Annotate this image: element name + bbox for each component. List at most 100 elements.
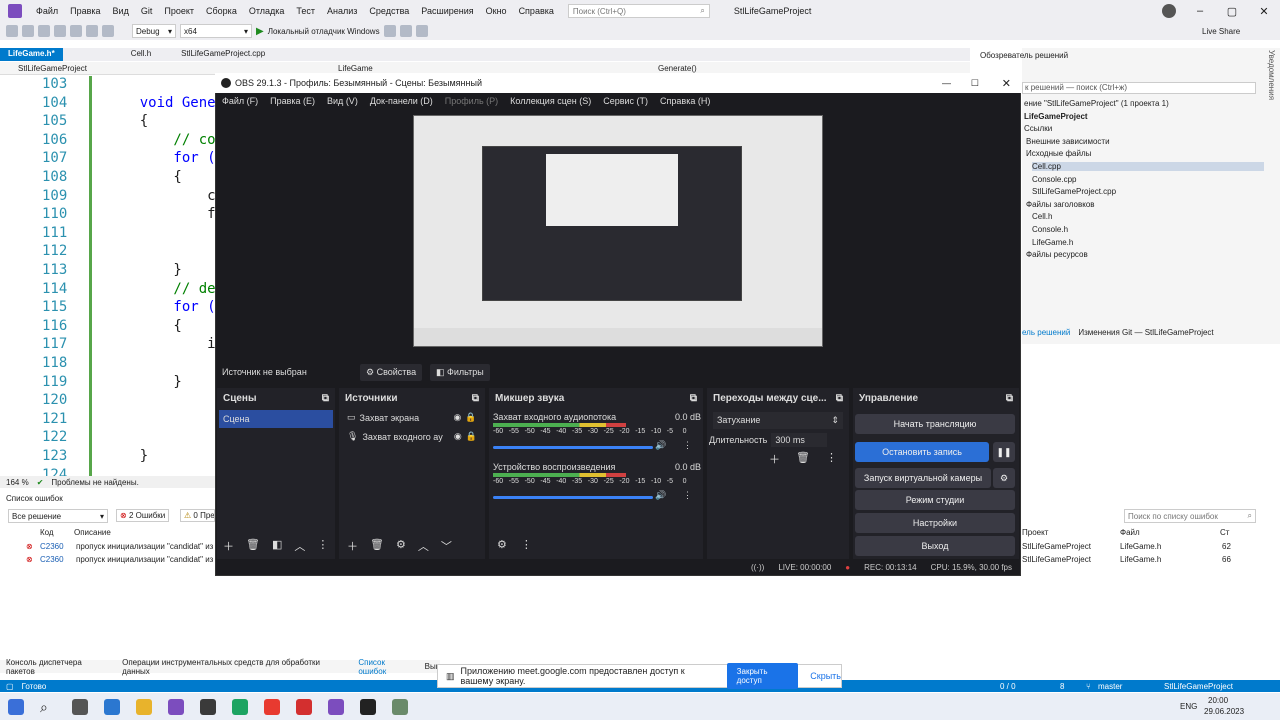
menu-item[interactable]: Правка bbox=[64, 6, 106, 16]
store-icon[interactable] bbox=[104, 698, 120, 715]
more-icon[interactable]: ⋮ bbox=[826, 451, 837, 467]
close-button[interactable]: ✕ bbox=[1248, 0, 1280, 22]
menu-item[interactable]: Окно bbox=[480, 6, 513, 16]
run-icon[interactable]: ▶ bbox=[256, 26, 264, 37]
gear-icon[interactable]: ⚙ bbox=[396, 538, 406, 554]
error-list-header[interactable]: Ст bbox=[1220, 528, 1229, 537]
eye-icon[interactable]: ◉ bbox=[454, 412, 462, 423]
bottom-tab[interactable]: Консоль диспетчера пакетов bbox=[6, 658, 112, 676]
eye-icon[interactable]: ◉ bbox=[454, 431, 462, 442]
code-line[interactable]: for ( bbox=[106, 299, 215, 315]
menu-item[interactable]: Тест bbox=[290, 6, 321, 16]
debug-options-icon[interactable] bbox=[383, 25, 396, 37]
virtual-camera-settings-icon[interactable]: ⚙ bbox=[993, 468, 1015, 488]
stop-sharing-button[interactable]: Закрыть доступ bbox=[726, 663, 799, 689]
obs-menu-item[interactable]: Сервис (T) bbox=[597, 96, 654, 106]
errors-filter-toggle[interactable]: ⊗ 2 Ошибки bbox=[116, 509, 170, 522]
solution-tree-item[interactable]: ение "StlLifeGameProject" (1 проекта 1) bbox=[1024, 99, 1169, 108]
search-icon[interactable]: ⌕ bbox=[40, 699, 56, 715]
status-branch[interactable]: master bbox=[1098, 682, 1122, 691]
error-list-header[interactable]: Файл bbox=[1120, 528, 1140, 537]
source-item[interactable]: 🎙 Захват входного ау ◉ 🔒 bbox=[339, 427, 485, 446]
chevron-down-icon[interactable]: ﹀ bbox=[441, 538, 452, 554]
code-line[interactable]: } bbox=[106, 262, 181, 278]
new-file-icon[interactable] bbox=[38, 25, 50, 37]
redo-icon[interactable] bbox=[102, 25, 114, 37]
forward-icon[interactable] bbox=[22, 25, 34, 37]
volume-slider[interactable] bbox=[493, 496, 653, 499]
duration-input[interactable]: 300 ms bbox=[771, 433, 828, 447]
back-icon[interactable] bbox=[6, 25, 18, 37]
obs-menu-item[interactable]: Вид (V) bbox=[321, 96, 364, 106]
add-icon[interactable]: ＋ bbox=[223, 538, 234, 554]
run-debugger-button[interactable]: Локальный отладчик Windows bbox=[268, 27, 380, 36]
more-icon[interactable]: ⋮ bbox=[683, 490, 692, 501]
visual-studio-icon[interactable] bbox=[168, 698, 184, 715]
code-line[interactable]: void Gene bbox=[106, 95, 216, 111]
add-icon[interactable]: ＋ bbox=[769, 451, 780, 467]
file-explorer-icon[interactable] bbox=[136, 698, 152, 715]
volume-slider[interactable] bbox=[493, 446, 653, 449]
zoom-level[interactable]: 164 % bbox=[6, 478, 29, 487]
notifications-side-tab[interactable]: Уведомления bbox=[1262, 50, 1276, 150]
settings-button[interactable]: Настройки bbox=[855, 513, 1015, 533]
code-line[interactable]: for ( bbox=[106, 150, 215, 166]
maximize-button[interactable]: ▢ bbox=[1216, 0, 1248, 22]
code-line[interactable]: // co bbox=[106, 132, 215, 148]
tab-cell-h[interactable]: Cell.h bbox=[123, 48, 159, 61]
status-lines[interactable]: 0 / 0 bbox=[1000, 682, 1016, 691]
lock-icon[interactable]: 🔒 bbox=[465, 412, 476, 423]
obs-menu-item[interactable]: Профиль (P) bbox=[439, 96, 504, 106]
dock-popout-icon[interactable]: ⧉ bbox=[836, 393, 843, 404]
filters-button[interactable]: ◧ Фильтры bbox=[430, 363, 490, 381]
error-list-header[interactable]: Код bbox=[40, 528, 54, 537]
minimize-button[interactable]: – bbox=[1184, 0, 1216, 22]
code-line[interactable]: c bbox=[106, 188, 215, 204]
save-icon[interactable] bbox=[70, 25, 82, 37]
breakpoint-icon[interactable] bbox=[399, 25, 412, 37]
bottom-tab[interactable]: Операции инструментальных средств для об… bbox=[122, 658, 348, 676]
github-icon[interactable] bbox=[200, 698, 216, 715]
code-line[interactable]: { bbox=[106, 318, 181, 334]
obs-menu-item[interactable]: Файл (F) bbox=[216, 96, 264, 106]
nav-scope[interactable]: StlLifeGameProject bbox=[18, 64, 87, 73]
avatar[interactable] bbox=[1162, 4, 1176, 18]
code-line[interactable]: f bbox=[106, 206, 215, 222]
dock-popout-icon[interactable]: ⧉ bbox=[1006, 393, 1013, 404]
chevron-up-icon[interactable]: ︿ bbox=[294, 538, 305, 554]
config-select[interactable]: Debug ▾ bbox=[132, 24, 176, 38]
menu-item[interactable]: Расширения bbox=[415, 6, 479, 16]
bookmark-icon[interactable] bbox=[415, 25, 428, 37]
start-stream-button[interactable]: Начать трансляцию bbox=[855, 414, 1015, 434]
obs-menu-item[interactable]: Правка (E) bbox=[264, 96, 321, 106]
code-line[interactable]: { bbox=[106, 169, 181, 185]
yandex-icon[interactable] bbox=[264, 698, 280, 715]
tab-git-changes[interactable]: Изменения Git — StlLifeGameProject bbox=[1078, 328, 1213, 337]
exit-button[interactable]: Выход bbox=[855, 536, 1015, 556]
scene-item[interactable]: Сцена bbox=[219, 410, 333, 428]
trash-icon[interactable]: 🗑 bbox=[796, 451, 810, 467]
obs-close-button[interactable]: ✕ bbox=[1002, 77, 1011, 90]
source-item[interactable]: ▭ Захват экрана ◉ 🔒 bbox=[339, 408, 485, 427]
trash-icon[interactable]: 🗑 bbox=[246, 538, 260, 554]
yandex-browser-icon[interactable] bbox=[296, 698, 312, 715]
menu-item[interactable]: Проект bbox=[158, 6, 200, 16]
solution-tree-item[interactable]: Исходные файлы bbox=[1026, 149, 1091, 158]
more-icon[interactable]: ⋮ bbox=[683, 440, 692, 451]
menu-item[interactable]: Отладка bbox=[243, 6, 291, 16]
obs-icon[interactable] bbox=[360, 698, 376, 715]
chrome-icon[interactable] bbox=[232, 698, 248, 715]
speaker-icon[interactable]: 🔊 bbox=[655, 440, 666, 451]
menu-item[interactable]: Файл bbox=[30, 6, 64, 16]
warnings-filter-toggle[interactable]: ⚠ 0 Пре bbox=[180, 509, 215, 522]
solution-tree-item[interactable]: StlLifeGameProject.cpp bbox=[1032, 187, 1116, 196]
code-line[interactable]: i bbox=[106, 336, 215, 352]
clock-date[interactable]: 29.06.2023 bbox=[1204, 707, 1244, 716]
solution-tree-item[interactable]: Cell.cpp bbox=[1032, 162, 1264, 171]
virtual-camera-button[interactable]: Запуск виртуальной камеры bbox=[855, 468, 991, 488]
app-icon[interactable] bbox=[392, 698, 408, 715]
error-list-header[interactable]: Описание bbox=[74, 528, 111, 537]
more-icon[interactable]: ⋮ bbox=[317, 538, 328, 554]
stop-record-button[interactable]: Остановить запись bbox=[855, 442, 989, 462]
code-line[interactable]: } bbox=[106, 374, 181, 390]
